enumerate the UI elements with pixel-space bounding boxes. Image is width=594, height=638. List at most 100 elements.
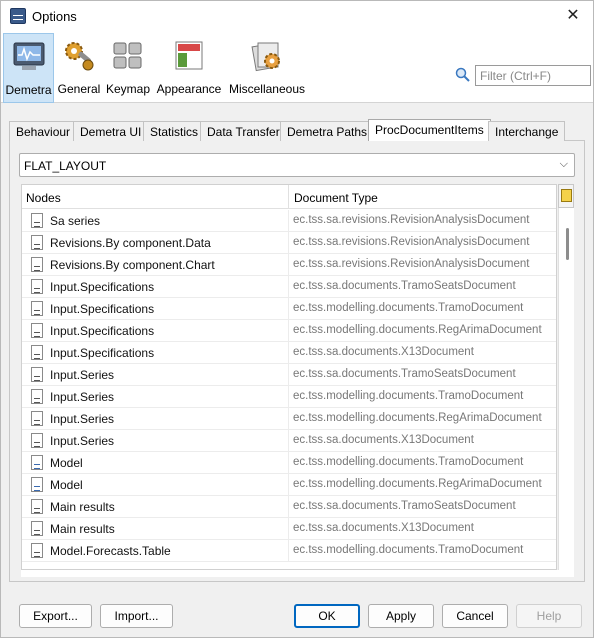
doctype-cell: ec.tss.modelling.documents.TramoDocument <box>293 302 524 314</box>
node-cell: Model <box>50 456 83 470</box>
category-demetra[interactable]: Demetra <box>3 33 54 103</box>
export-button[interactable]: Export... <box>19 604 92 628</box>
column-chooser-icon <box>561 189 572 202</box>
appearance-icon <box>172 39 206 73</box>
node-cell: Sa series <box>50 214 101 228</box>
table-row[interactable]: Model.Forecasts.Table ec.tss.modelling.do… <box>22 540 556 562</box>
table-row[interactable]: Model ec.tss.modelling.documents.RegArima… <box>22 474 556 496</box>
cell-divider <box>288 342 289 364</box>
table-row[interactable]: Input.Series ec.tss.modelling.documents.T… <box>22 386 556 408</box>
table-row[interactable]: Input.Series ec.tss.modelling.documents.R… <box>22 408 556 430</box>
doctype-cell: ec.tss.sa.revisions.RevisionAnalysisDocu… <box>293 214 530 226</box>
column-divider[interactable] <box>288 185 289 209</box>
filter-input[interactable]: Filter (Ctrl+F) <box>475 65 591 86</box>
cell-divider <box>288 276 289 298</box>
keyboard-icon <box>111 39 145 73</box>
tab-demetra-paths[interactable]: Demetra Paths <box>280 121 375 141</box>
doctype-cell: ec.tss.modelling.documents.TramoDocument <box>293 390 524 402</box>
category-appearance[interactable]: Appearance <box>154 33 224 103</box>
cell-divider <box>288 254 289 276</box>
document-icon <box>31 389 43 404</box>
node-cell: Main results <box>50 500 115 514</box>
column-header-document-type[interactable]: Document Type <box>294 191 378 205</box>
table-row[interactable]: Input.Specifications ec.tss.sa.documents.… <box>22 276 556 298</box>
node-cell: Input.Series <box>50 368 115 382</box>
gears-icon <box>62 39 96 73</box>
category-general[interactable]: General <box>56 33 102 103</box>
table-row[interactable]: Input.Series ec.tss.sa.documents.X13Docum… <box>22 430 556 452</box>
search-icon <box>455 67 471 83</box>
model-document-icon <box>31 455 43 470</box>
node-cell: Input.Specifications <box>50 280 155 294</box>
node-cell: Input.Specifications <box>50 324 155 338</box>
tab-behaviour[interactable]: Behaviour <box>9 121 78 141</box>
node-cell: Input.Series <box>50 434 115 448</box>
items-table: Nodes Document Type Sa series ec.tss.sa.r… <box>21 184 557 570</box>
column-chooser-button[interactable] <box>558 184 574 208</box>
node-cell: Model <box>50 478 83 492</box>
tab-interchange[interactable]: Interchange <box>488 121 566 141</box>
node-cell: Input.Specifications <box>50 346 155 360</box>
table-row[interactable]: Main results ec.tss.sa.documents.TramoSea… <box>22 496 556 518</box>
document-icon <box>31 235 43 250</box>
horizontal-scrollbar[interactable] <box>21 570 574 577</box>
table-row[interactable]: Input.Specifications ec.tss.modelling.doc… <box>22 320 556 342</box>
tab-data-transfer[interactable]: Data Transfer <box>200 121 287 141</box>
document-icon <box>31 257 43 272</box>
doctype-cell: ec.tss.sa.documents.TramoSeatsDocument <box>293 280 516 292</box>
cell-divider <box>288 364 289 386</box>
node-cell: Input.Specifications <box>50 302 155 316</box>
close-button[interactable]: ✕ <box>559 3 587 29</box>
document-icon <box>31 411 43 426</box>
apply-button[interactable]: Apply <box>368 604 434 628</box>
scrollbar-thumb[interactable] <box>566 228 569 260</box>
table-row[interactable]: Input.Specifications ec.tss.sa.documents.… <box>22 342 556 364</box>
cell-divider <box>288 452 289 474</box>
doctype-cell: ec.tss.sa.documents.X13Document <box>293 434 474 446</box>
options-dialog: Options ✕ Demetra General Keymap Appeara… <box>0 0 594 638</box>
category-miscellaneous[interactable]: Miscellaneous <box>226 33 308 103</box>
cell-divider <box>288 408 289 430</box>
tab-demetra-ui[interactable]: Demetra UI <box>73 121 149 141</box>
table-row[interactable]: Model ec.tss.modelling.documents.TramoDoc… <box>22 452 556 474</box>
node-cell: Input.Series <box>50 412 115 426</box>
table-row[interactable]: Input.Specifications ec.tss.modelling.doc… <box>22 298 556 320</box>
tab-statistics[interactable]: Statistics <box>143 121 206 141</box>
app-icon <box>10 8 26 24</box>
cancel-button[interactable]: Cancel <box>442 604 508 628</box>
document-icon <box>31 367 43 382</box>
table-row[interactable]: Revisions.By component.Data ec.tss.sa.rev… <box>22 232 556 254</box>
cell-divider <box>288 232 289 254</box>
ok-button[interactable]: OK <box>294 604 360 628</box>
document-icon <box>31 279 43 294</box>
column-header-nodes[interactable]: Nodes <box>26 191 61 205</box>
document-icon <box>31 543 43 558</box>
model-document-icon <box>31 477 43 492</box>
doctype-cell: ec.tss.modelling.documents.RegArimaDocum… <box>293 412 542 424</box>
document-icon <box>31 213 43 228</box>
doctype-cell: ec.tss.sa.documents.X13Document <box>293 522 474 534</box>
tab-procdocumentitems[interactable]: ProcDocumentItems <box>368 119 491 141</box>
table-row[interactable]: Revisions.By component.Chart ec.tss.sa.re… <box>22 254 556 276</box>
title-bar: Options ✕ <box>1 1 593 31</box>
chevron-down-icon: ⌵ <box>559 158 568 170</box>
cell-divider <box>288 540 289 562</box>
table-body: Sa series ec.tss.sa.revisions.RevisionAna… <box>22 210 556 562</box>
document-icon <box>31 521 43 536</box>
table-row[interactable]: Input.Series ec.tss.sa.documents.TramoSea… <box>22 364 556 386</box>
document-icon <box>31 323 43 338</box>
cell-divider <box>288 430 289 452</box>
monitor-icon <box>12 40 46 74</box>
cell-divider <box>288 298 289 320</box>
layout-select[interactable]: FLAT_LAYOUT ⌵ <box>19 153 575 177</box>
node-cell: Model.Forecasts.Table <box>50 544 171 558</box>
table-row[interactable]: Sa series ec.tss.sa.revisions.RevisionAna… <box>22 210 556 232</box>
import-button[interactable]: Import... <box>100 604 173 628</box>
table-row[interactable]: Main results ec.tss.sa.documents.X13Docum… <box>22 518 556 540</box>
category-keymap[interactable]: Keymap <box>104 33 152 103</box>
doctype-cell: ec.tss.sa.revisions.RevisionAnalysisDocu… <box>293 258 530 270</box>
help-button[interactable]: Help <box>516 604 582 628</box>
cell-divider <box>288 210 289 232</box>
doctype-cell: ec.tss.modelling.documents.TramoDocument <box>293 544 524 556</box>
category-toolbar: Demetra General Keymap Appearance Miscel… <box>1 31 593 103</box>
